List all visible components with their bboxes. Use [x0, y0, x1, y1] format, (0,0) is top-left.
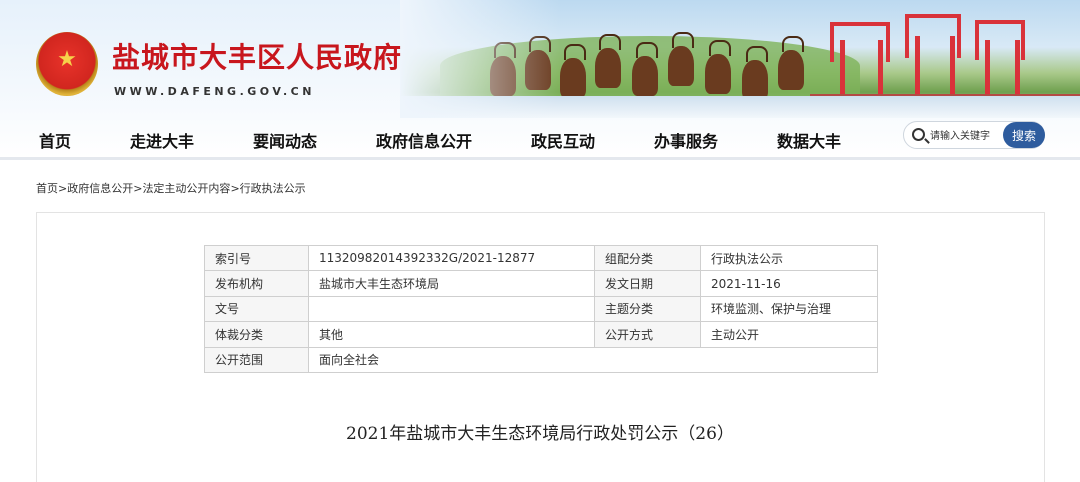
deer-graphic	[778, 36, 804, 90]
breadcrumb-gov-info[interactable]: 政府信息公开	[67, 182, 133, 195]
breadcrumb-separator: >	[230, 182, 240, 195]
breadcrumb-separator: >	[58, 182, 68, 195]
breadcrumb: 首页>政府信息公开>法定主动公开内容>行政执法公示	[36, 180, 306, 196]
meta-label: 发布机构	[204, 270, 309, 297]
meta-value: 2021-11-16	[700, 270, 878, 297]
meta-value: 行政执法公示	[700, 244, 878, 272]
meta-value: 盐城市大丰生态环境局	[308, 270, 595, 297]
meta-label: 公开范围	[204, 346, 309, 373]
header-divider	[0, 157, 1080, 160]
meta-value	[308, 295, 595, 323]
search-button[interactable]: 搜索	[1003, 122, 1045, 148]
meta-value: 主动公开	[700, 321, 878, 348]
nav-item-news[interactable]: 要闻动态	[253, 128, 317, 152]
meta-value: 其他	[308, 321, 595, 348]
meta-value: 11320982014392332G/2021-12877	[308, 244, 595, 272]
table-row: 体裁分类 其他 公开方式 主动公开	[204, 321, 878, 348]
deer-graphic	[560, 44, 586, 98]
breadcrumb-statutory[interactable]: 法定主动公开内容	[142, 182, 230, 195]
meta-label: 公开方式	[594, 321, 701, 348]
meta-value: 面向全社会	[308, 346, 878, 373]
table-row: 公开范围 面向全社会	[204, 346, 878, 373]
meta-label: 主题分类	[594, 295, 701, 323]
meta-label: 文号	[204, 295, 309, 323]
table-row: 索引号 11320982014392332G/2021-12877 组配分类 行…	[204, 244, 878, 272]
breadcrumb-enforcement[interactable]: 行政执法公示	[240, 182, 306, 195]
nav-item-interaction[interactable]: 政民互动	[531, 128, 595, 152]
deer-graphic	[668, 32, 694, 86]
meta-label: 组配分类	[594, 244, 701, 272]
metadata-table: 索引号 11320982014392332G/2021-12877 组配分类 行…	[204, 244, 878, 373]
crane-graphic	[985, 40, 990, 96]
deer-graphic	[705, 40, 731, 94]
nav-item-gov-info[interactable]: 政府信息公开	[376, 128, 472, 152]
meta-label: 体裁分类	[204, 321, 309, 348]
site-url: WWW.DAFENG.GOV.CN	[114, 85, 315, 98]
crane-graphic	[915, 36, 920, 96]
crane-graphic	[1015, 40, 1020, 96]
deer-graphic	[595, 34, 621, 88]
banner-fade	[400, 0, 560, 118]
nav-item-data[interactable]: 数据大丰	[777, 128, 841, 152]
deer-graphic	[742, 46, 768, 100]
national-emblem-icon: ★	[36, 32, 98, 96]
table-row: 发布机构 盐城市大丰生态环境局 发文日期 2021-11-16	[204, 270, 878, 297]
site-title: 盐城市大丰区人民政府	[112, 41, 403, 74]
nav-item-services[interactable]: 办事服务	[654, 128, 718, 152]
meta-label: 索引号	[204, 244, 309, 272]
nav-item-about[interactable]: 走进大丰	[130, 128, 194, 152]
header-banner	[400, 0, 1080, 118]
crane-graphic	[878, 40, 883, 96]
search-icon	[912, 128, 925, 141]
table-row: 文号 主题分类 环境监测、保护与治理	[204, 295, 878, 323]
nav-item-home[interactable]: 首页	[39, 128, 71, 152]
meta-value: 环境监测、保护与治理	[700, 295, 878, 323]
breadcrumb-home[interactable]: 首页	[36, 182, 58, 195]
crane-graphic	[950, 36, 955, 96]
deer-graphic	[632, 42, 658, 96]
search-input[interactable]	[930, 126, 998, 146]
meta-label: 发文日期	[594, 270, 701, 297]
crane-graphic	[840, 40, 845, 96]
article-title: 2021年盐城市大丰生态环境局行政处罚公示（26）	[346, 424, 734, 444]
emblem-star-icon: ★	[57, 47, 77, 73]
